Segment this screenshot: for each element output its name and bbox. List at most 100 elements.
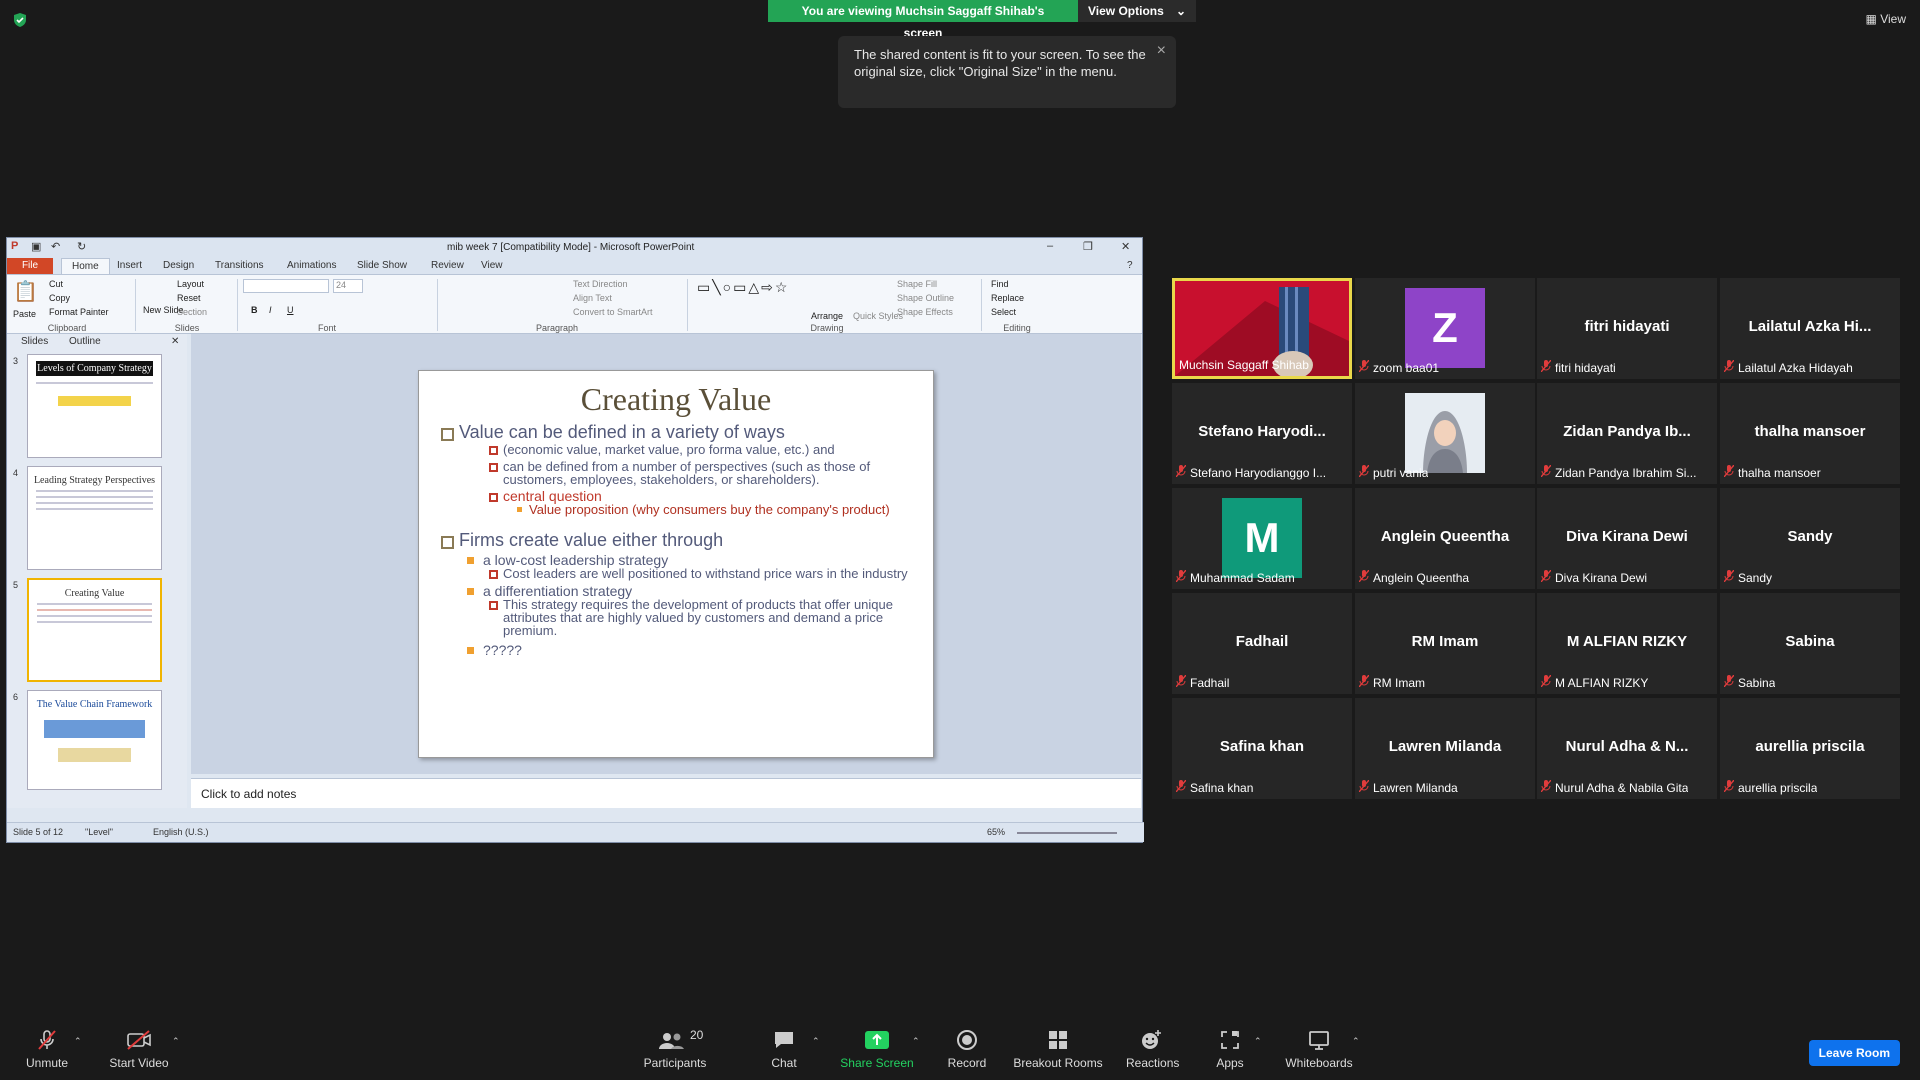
view-button[interactable]: ▦ View [1866,12,1906,26]
slide-sub-bullet[interactable]: can be defined from a number of perspect… [441,460,911,486]
participant-tile[interactable]: fitri hidayati fitri hidayati [1537,278,1717,379]
slide-thumbnail-selected[interactable]: Creating Value [27,578,162,682]
slide-sub-bullet[interactable]: (economic value, market value, pro forma… [441,443,911,456]
tab-insert[interactable]: Insert [117,260,142,271]
leave-room-button[interactable]: Leave Room [1808,1040,1900,1066]
chevron-up-icon[interactable]: ⌃ [1352,1036,1360,1047]
font-name-field[interactable] [243,279,329,293]
participant-tile[interactable]: M ALFIAN RIZKY M ALFIAN RIZKY [1537,593,1717,694]
italic-button[interactable]: I [269,305,272,315]
tab-animations[interactable]: Animations [287,260,336,271]
chevron-up-icon[interactable]: ⌃ [1254,1036,1262,1047]
record-button[interactable]: Record [942,1028,992,1070]
tab-outline[interactable]: Outline [69,336,101,347]
zoom-slider[interactable] [1017,832,1117,834]
copy-button[interactable]: Copy [49,293,70,303]
participant-tile[interactable]: Sandy Sandy [1720,488,1900,589]
participant-tile[interactable]: Lawren Milanda Lawren Milanda [1355,698,1535,799]
section-button[interactable]: Section [177,307,207,317]
shape-outline-button[interactable]: Shape Outline [897,293,954,303]
breakout-rooms-button[interactable]: Breakout Rooms [1012,1028,1104,1070]
close-window-icon[interactable]: ✕ [1121,240,1130,253]
slide-title[interactable]: Creating Value [441,381,911,418]
find-button[interactable]: Find [991,279,1009,289]
slide-sub-bullet[interactable]: a differentiation strategy [441,584,911,598]
replace-button[interactable]: Replace [991,293,1024,303]
chevron-up-icon[interactable]: ⌃ [812,1036,820,1047]
participant-tile[interactable]: aurellia priscila aurellia priscila [1720,698,1900,799]
chevron-up-icon[interactable]: ⌃ [74,1036,82,1047]
slide-sub-sub-bullet[interactable]: Cost leaders are well positioned to with… [441,567,911,580]
participant-tile[interactable]: putri vania [1355,383,1535,484]
participant-tile[interactable]: Nurul Adha & N... Nurul Adha & Nabila Git… [1537,698,1717,799]
text-direction-button[interactable]: Text Direction [573,279,628,289]
slide-bullet[interactable]: Firms create value either through [441,530,911,551]
close-icon[interactable]: × [1157,42,1166,59]
zoom-level[interactable]: 65% [987,827,1005,837]
tab-slides[interactable]: Slides [21,336,48,347]
participant-tile[interactable]: RM Imam RM Imam [1355,593,1535,694]
participant-tile[interactable]: Fadhail Fadhail [1172,593,1352,694]
reactions-button[interactable]: Reactions [1126,1028,1179,1070]
apps-button[interactable]: Apps [1212,1028,1248,1070]
undo-icon[interactable]: ↶ [51,240,60,253]
participant-tile[interactable]: Zzoom baa01 [1355,278,1535,379]
minimize-icon[interactable]: – [1047,240,1053,252]
slide-sub-sub-bullet[interactable]: This strategy requires the development o… [441,598,911,637]
tab-review[interactable]: Review [431,260,464,271]
participant-tile[interactable]: Lailatul Azka Hi... Lailatul Azka Hidayah [1720,278,1900,379]
help-icon[interactable]: ? [1127,260,1133,271]
participant-tile[interactable]: Muchsin Saggaff Shihab [1172,278,1352,379]
font-size-field[interactable]: 24 [333,279,363,293]
participant-tile[interactable]: Zidan Pandya Ib... Zidan Pandya Ibrahim S… [1537,383,1717,484]
participants-button[interactable]: 20 Participants [640,1028,710,1070]
align-text-button[interactable]: Align Text [573,293,612,303]
arrange-button[interactable]: Arrange [811,311,843,321]
redo-icon[interactable]: ↻ [77,240,86,253]
slide-sub-sub-bullet[interactable]: Value proposition (why consumers buy the… [441,503,911,516]
select-button[interactable]: Select [991,307,1016,317]
view-options-button[interactable]: View Options ⌄ [1078,0,1196,22]
participant-tile[interactable]: Stefano Haryodi... Stefano Haryodianggo I… [1172,383,1352,484]
layout-button[interactable]: Layout [177,279,204,289]
participant-tile[interactable]: M Muhammad Sadam [1172,488,1352,589]
notes-pane[interactable]: Click to add notes [191,778,1141,808]
bold-button[interactable]: B [251,305,258,315]
shield-icon[interactable] [12,12,28,28]
participant-tile[interactable]: Safina khan Safina khan [1172,698,1352,799]
whiteboards-button[interactable]: Whiteboards [1282,1028,1356,1070]
paste-button[interactable]: Paste [13,309,36,319]
format-painter-button[interactable]: Format Painter [49,307,109,317]
convert-smartart-button[interactable]: Convert to SmartArt [573,307,653,317]
current-slide[interactable]: Creating Value Value can be defined in a… [418,370,934,758]
tab-design[interactable]: Design [163,260,194,271]
reset-button[interactable]: Reset [177,293,201,303]
slide-bullet[interactable]: Value can be defined in a variety of way… [441,422,911,443]
chevron-up-icon[interactable]: ⌃ [172,1036,180,1047]
close-panel-icon[interactable]: ✕ [171,336,179,347]
slide-thumbnail[interactable]: Levels of Company Strategy [27,354,162,458]
slide-sub-bullet[interactable]: a low-cost leadership strategy [441,553,911,567]
slide-thumbnail[interactable]: Leading Strategy Perspectives [27,466,162,570]
start-video-button[interactable]: Start Video [106,1028,172,1070]
chat-button[interactable]: Chat [766,1028,802,1070]
chevron-up-icon[interactable]: ⌃ [912,1036,920,1047]
participant-tile[interactable]: Sabina Sabina [1720,593,1900,694]
participant-tile[interactable]: Diva Kirana Dewi Diva Kirana Dewi [1537,488,1717,589]
cut-button[interactable]: Cut [49,279,63,289]
save-icon[interactable]: ▣ [31,240,41,253]
paste-icon[interactable]: 📋 [13,279,38,304]
tab-home[interactable]: Home [61,258,110,274]
restore-icon[interactable]: ❐ [1083,240,1093,253]
tab-file[interactable]: File [7,258,53,274]
underline-button[interactable]: U [287,305,294,315]
quick-styles-button[interactable]: Quick Styles [853,311,903,321]
shape-fill-button[interactable]: Shape Fill [897,279,937,289]
participant-tile[interactable]: Anglein Queentha Anglein Queentha [1355,488,1535,589]
tab-slide-show[interactable]: Slide Show [357,260,407,271]
language[interactable]: English (U.S.) [153,827,209,837]
shapes-gallery[interactable]: ▭╲○▭△⇨☆ [697,279,789,296]
slide-edit-area[interactable]: Creating Value Value can be defined in a… [191,334,1141,774]
unmute-button[interactable]: Unmute [22,1028,72,1070]
share-screen-button[interactable]: Share Screen [838,1028,916,1070]
